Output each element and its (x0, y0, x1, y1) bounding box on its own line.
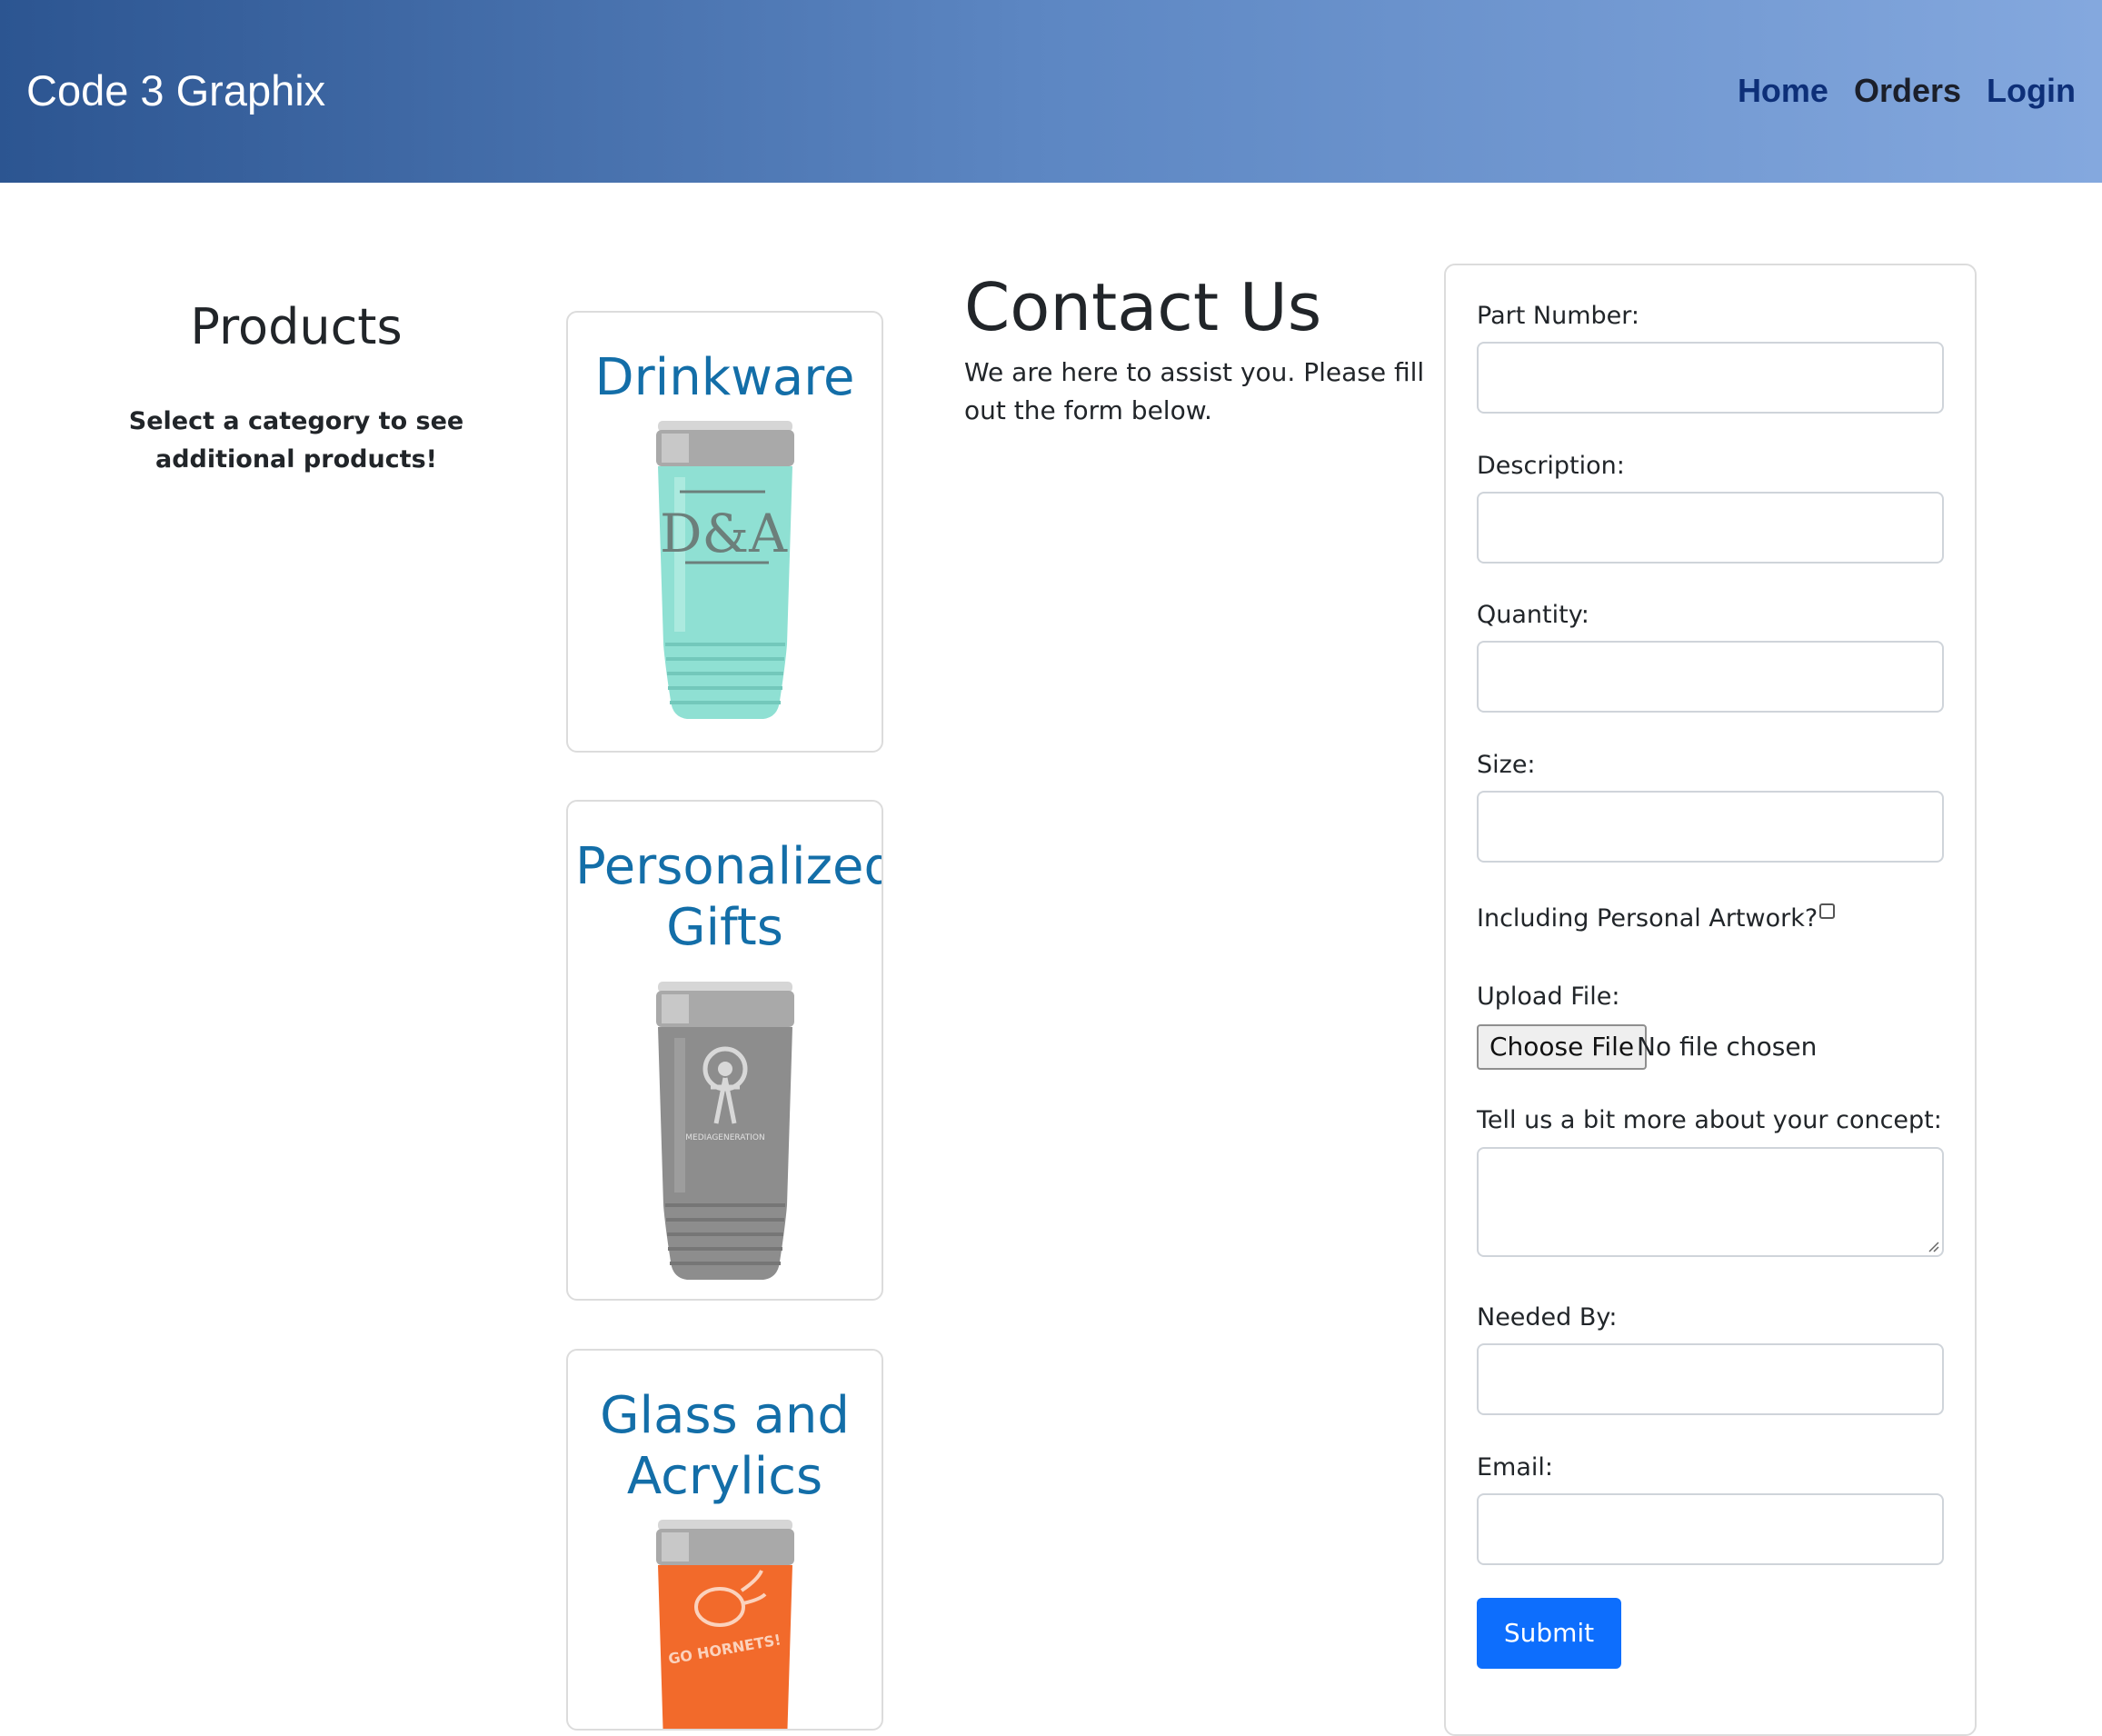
quantity-label: Quantity: (1477, 601, 1589, 629)
file-status-text: No file chosen (1637, 1032, 1818, 1062)
choose-file-button[interactable]: Choose File (1477, 1024, 1648, 1070)
category-card-drinkware[interactable]: Drinkware D&A (566, 311, 883, 753)
size-input[interactable] (1477, 791, 1944, 863)
tumbler-icon[interactable]: D&A (653, 417, 798, 723)
tumbler-logo-text: MEDIAGENERATION (685, 1133, 764, 1142)
upload-label: Upload File: (1477, 983, 1620, 1011)
category-card-glass-acrylics[interactable]: Glass and Acrylics GO HORNETS! (566, 1349, 883, 1731)
concept-label: Tell us a bit more about your concept: (1477, 1106, 1942, 1134)
size-label: Size: (1477, 751, 1536, 779)
category-title[interactable]: Personalized Gifts (568, 836, 882, 958)
submit-button[interactable]: Submit (1477, 1598, 1621, 1669)
main-nav: Home Orders Login (1738, 70, 2076, 112)
tumbler-icon[interactable]: GO HORNETS! (653, 1516, 798, 1731)
nav-orders-link[interactable]: Orders (1854, 70, 1961, 112)
products-subtitle: Select a category to see additional prod… (128, 407, 464, 474)
description-label: Description: (1477, 452, 1625, 480)
contact-intro-text: We are here to assist you. Please fill o… (964, 357, 1425, 425)
category-card-personalized-gifts[interactable]: Personalized Gifts MEDIAGENERATION (566, 800, 883, 1301)
needed-by-input[interactable] (1477, 1343, 1944, 1415)
site-header: Code 3 Graphix Home Orders Login (0, 0, 2102, 183)
artwork-checkbox[interactable] (1819, 903, 1836, 919)
nav-home-link[interactable]: Home (1738, 70, 1828, 112)
category-title[interactable]: Glass and Acrylics (568, 1385, 882, 1507)
artwork-label: Including Personal Artwork? (1477, 904, 1818, 933)
tumbler-icon[interactable]: MEDIAGENERATION (653, 978, 798, 1283)
description-input[interactable] (1477, 492, 1944, 564)
brand-logo[interactable]: Code 3 Graphix (26, 65, 325, 116)
concept-textarea[interactable] (1477, 1147, 1944, 1257)
quantity-input[interactable] (1477, 641, 1944, 713)
part-number-input[interactable] (1477, 342, 1944, 414)
artwork-field: Including Personal Artwork? (1477, 903, 1836, 935)
products-heading: Products (190, 298, 403, 355)
nav-login-link[interactable]: Login (1987, 70, 2076, 112)
needed-by-label: Needed By: (1477, 1303, 1618, 1332)
contact-title: Contact Us (964, 269, 1322, 345)
tumbler-monogram: D&A (659, 503, 787, 564)
resize-handle-icon[interactable] (1927, 1240, 1939, 1252)
category-title[interactable]: Drinkware (568, 347, 882, 408)
email-input[interactable] (1477, 1493, 1944, 1565)
part-number-label: Part Number: (1477, 302, 1639, 330)
email-label: Email: (1477, 1453, 1554, 1482)
